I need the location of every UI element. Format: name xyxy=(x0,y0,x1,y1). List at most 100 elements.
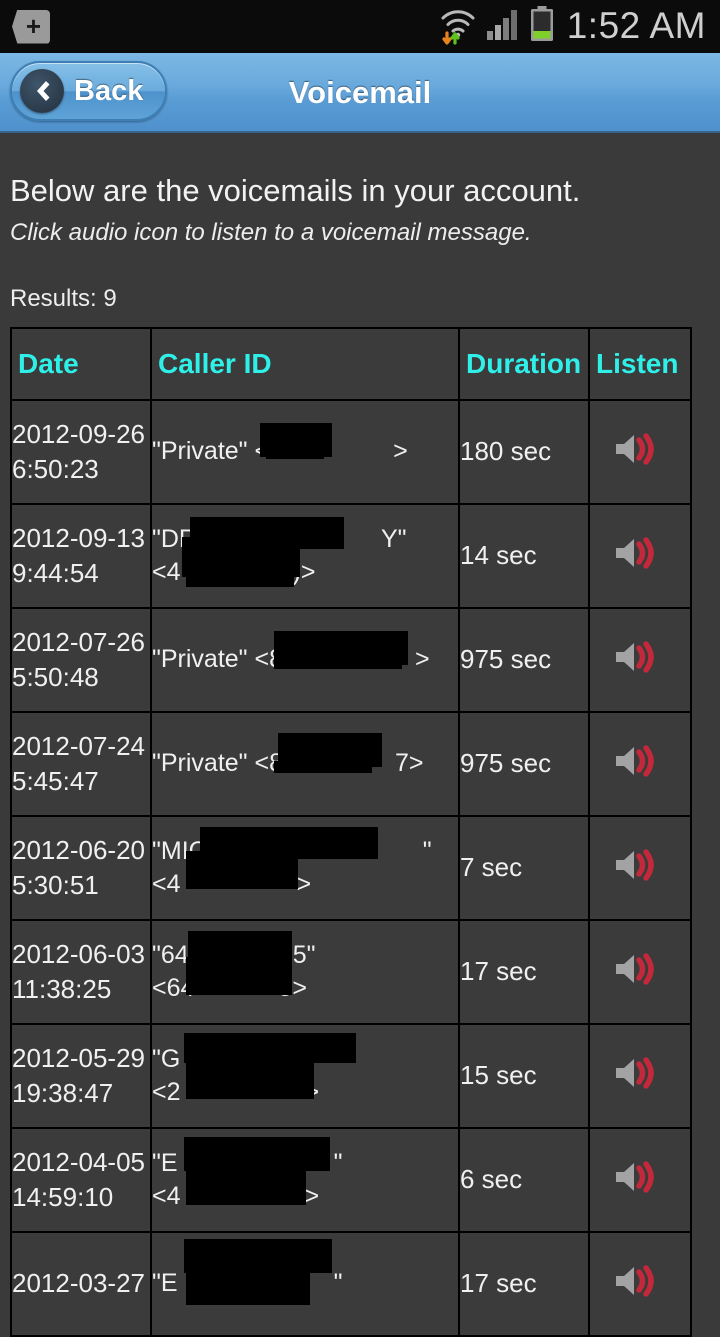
date-value: 2012-05-29 xyxy=(12,1043,145,1074)
caller-text-tail: Y" xyxy=(380,525,407,554)
cell-date: 2012-09-26 6:50:23 xyxy=(10,398,152,505)
date-value: 2012-06-20 xyxy=(12,835,145,866)
table-row: 2012-09-13 9:44:54 "DR Y" <4)> 14 sec xyxy=(10,502,692,609)
cell-caller-id: "Private" < > xyxy=(150,398,460,505)
caller-text: "E xyxy=(152,1269,178,1298)
cell-caller-id: "Private" <8 > xyxy=(150,606,460,713)
column-header-duration[interactable]: Duration xyxy=(458,326,590,401)
caller-text-tail-2: > xyxy=(296,869,312,898)
table-row: 2012-07-26 5:50:48 "Private" <8 > 975 sec xyxy=(10,606,692,713)
date-value: 2012-07-26 xyxy=(12,627,145,658)
speaker-audio-icon[interactable] xyxy=(613,847,667,883)
data-updown-arrows-icon xyxy=(442,30,460,45)
caller-text: "DR xyxy=(152,525,197,554)
speaker-audio-icon[interactable] xyxy=(613,535,667,571)
cell-caller-id: "MIC " <4 > xyxy=(150,814,460,921)
caller-text-2: <4 xyxy=(152,869,181,898)
caller-text-tail: > xyxy=(393,437,408,466)
caller-text-2: <2 xyxy=(152,1077,181,1106)
cell-duration: 15 sec xyxy=(458,1022,590,1129)
cell-signal-icon xyxy=(486,7,520,46)
date-value: 2012-07-24 xyxy=(12,731,145,762)
cell-duration: 975 sec xyxy=(458,710,590,817)
caller-text-tail-2: > xyxy=(304,1077,320,1106)
tag-plus-icon: + xyxy=(12,9,50,44)
caller-text-tail: 7> xyxy=(395,749,424,778)
cell-listen[interactable] xyxy=(588,918,692,1025)
table-row: 2012-06-03 11:38:25 "64 5" <64 5> 17 sec xyxy=(10,918,692,1025)
date-value: 2012-09-13 xyxy=(12,523,145,554)
date-value: 2012-03-27 xyxy=(12,1268,145,1299)
cell-duration: 17 sec xyxy=(458,918,590,1025)
cell-caller-id: "E " <4 > xyxy=(150,1126,460,1233)
date-value: 2012-09-26 xyxy=(12,419,145,450)
back-button-label: Back xyxy=(74,74,144,107)
time-value: 6:50:23 xyxy=(12,453,99,484)
android-status-bar: + 1:52 AM xyxy=(0,0,720,53)
caller-text: "Private" < xyxy=(152,437,270,466)
time-value: 5:30:51 xyxy=(12,869,99,900)
cell-date: 2012-04-05 14:59:10 xyxy=(10,1126,152,1233)
cell-duration: 7 sec xyxy=(458,814,590,921)
table-row: 2012-04-05 14:59:10 "E " <4 > 6 sec xyxy=(10,1126,692,1233)
cell-date: 2012-07-24 5:45:47 xyxy=(10,710,152,817)
speaker-audio-icon[interactable] xyxy=(613,431,667,467)
speaker-audio-icon[interactable] xyxy=(613,639,667,675)
speaker-audio-icon[interactable] xyxy=(613,1263,667,1299)
speaker-audio-icon[interactable] xyxy=(613,1055,667,1091)
caller-text: "MIC xyxy=(152,837,207,866)
caller-text-tail-2: 5> xyxy=(278,973,307,1002)
table-row: 2012-06-20 5:30:51 "MIC " <4 > 7 sec xyxy=(10,814,692,921)
cell-caller-id: "64 5" <64 5> xyxy=(150,918,460,1025)
cell-caller-id: "DR Y" <4)> xyxy=(150,502,460,609)
cell-duration: 14 sec xyxy=(458,502,590,609)
status-bar-left: + xyxy=(12,9,50,44)
caller-text-tail-2: > xyxy=(304,1181,320,1210)
cell-caller-id: "G ' <2 > xyxy=(150,1022,460,1129)
date-value: 2012-06-03 xyxy=(12,939,145,970)
cell-listen[interactable] xyxy=(588,710,692,817)
back-button[interactable]: Back xyxy=(10,61,168,121)
time-value: 11:38:25 xyxy=(12,973,112,1004)
table-row: 2012-09-26 6:50:23 "Private" < > 180 sec xyxy=(10,398,692,505)
column-header-caller-id[interactable]: Caller ID xyxy=(150,326,460,401)
cell-date: 2012-07-26 5:50:48 xyxy=(10,606,152,713)
speaker-audio-icon[interactable] xyxy=(613,951,667,987)
caller-text: "Private" <8 xyxy=(152,645,284,674)
table-header-row: Date Caller ID Duration Listen xyxy=(10,326,692,401)
voicemail-table-body: 2012-09-26 6:50:23 "Private" < > 180 sec xyxy=(10,398,692,1337)
column-header-date[interactable]: Date xyxy=(10,326,152,401)
cell-listen[interactable] xyxy=(588,398,692,505)
caller-text-tail: " xyxy=(422,837,432,866)
time-value: 5:50:48 xyxy=(12,661,99,692)
speaker-audio-icon[interactable] xyxy=(613,1159,667,1195)
cell-duration: 6 sec xyxy=(458,1126,590,1233)
caller-text-2: <4 xyxy=(152,557,181,586)
cell-listen[interactable] xyxy=(588,1126,692,1233)
cell-date: 2012-09-13 9:44:54 xyxy=(10,502,152,609)
intro-text: Below are the voicemails in your account… xyxy=(10,173,581,208)
speaker-audio-icon[interactable] xyxy=(613,743,667,779)
voicemail-table: Date Caller ID Duration Listen 2012-09-2… xyxy=(10,326,692,1337)
sub-intro-text: Click audio icon to listen to a voicemai… xyxy=(10,218,532,246)
caller-text: "64 xyxy=(152,941,189,970)
status-bar-right: 1:52 AM xyxy=(439,6,706,47)
cell-listen[interactable] xyxy=(588,1230,692,1337)
cell-date: 2012-05-29 19:38:47 xyxy=(10,1022,152,1129)
caller-text: "Private" <8 xyxy=(152,749,284,778)
table-row: 2012-05-29 19:38:47 "G ' <2 > 15 sec xyxy=(10,1022,692,1129)
table-row: 2012-07-24 5:45:47 "Private" <8 7> 975 se… xyxy=(10,710,692,817)
cell-listen[interactable] xyxy=(588,502,692,609)
caller-text-tail: " xyxy=(333,1269,343,1298)
cell-listen[interactable] xyxy=(588,606,692,713)
caller-text-tail: 5" xyxy=(292,941,316,970)
app-title-bar: Back Voicemail xyxy=(0,53,720,133)
caller-text: "G xyxy=(152,1045,181,1074)
column-header-listen[interactable]: Listen xyxy=(588,326,692,401)
caller-text: "E xyxy=(152,1149,178,1178)
cell-duration: 17 sec xyxy=(458,1230,590,1337)
cell-duration: 180 sec xyxy=(458,398,590,505)
cell-duration: 975 sec xyxy=(458,606,590,713)
cell-listen[interactable] xyxy=(588,1022,692,1129)
cell-listen[interactable] xyxy=(588,814,692,921)
